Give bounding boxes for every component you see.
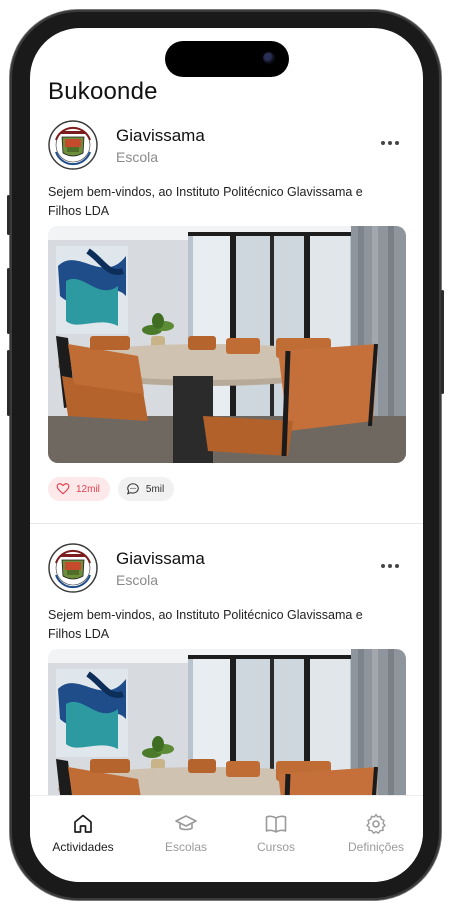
volume-down-button [7, 350, 10, 416]
comment-button[interactable]: 5mil [117, 477, 175, 501]
like-button[interactable]: 12mil [48, 477, 110, 501]
side-button [7, 195, 10, 235]
like-count: 12mil [76, 483, 100, 495]
tab-actividades[interactable]: Actividades [43, 812, 123, 854]
tab-escolas[interactable]: Escolas [146, 812, 226, 854]
book-icon [265, 815, 287, 833]
post-author[interactable]: Giavissama [116, 126, 205, 146]
phone-frame: Bukoonde Giavissama Escola Sejem bem-vin… [7, 10, 444, 900]
comment-count: 5mil [145, 483, 165, 495]
power-button [441, 290, 444, 394]
school-logo-avatar[interactable] [48, 543, 98, 593]
school-logo-avatar[interactable] [48, 120, 98, 170]
tab-label: Escolas [164, 840, 208, 854]
home-icon [74, 814, 92, 833]
tab-label: Actividades [52, 840, 114, 854]
bottom-tab-bar: Actividades Escolas Cursos Definições [30, 795, 423, 882]
volume-up-button [7, 268, 10, 334]
screen: Bukoonde Giavissama Escola Sejem bem-vin… [30, 28, 423, 882]
dynamic-island [165, 41, 289, 77]
post-caption: Sejem bem-vindos, ao Instituto Politécni… [48, 608, 363, 641]
post-image[interactable] [48, 649, 406, 795]
comment-icon [126, 483, 139, 495]
tab-definicoes[interactable]: Definições [336, 812, 416, 854]
feed[interactable]: Bukoonde Giavissama Escola Sejem bem-vin… [30, 28, 423, 795]
heart-icon [56, 483, 70, 495]
post-author-type: Escola [116, 572, 159, 588]
page-title: Bukoonde [48, 78, 158, 105]
post-caption: Sejem bem-vindos, ao Instituto Politécni… [48, 185, 363, 218]
tab-label: Cursos [256, 840, 295, 854]
post-actions: 12mil 5mil [48, 477, 175, 501]
tab-cursos[interactable]: Cursos [236, 812, 316, 854]
post-author-type: Escola [116, 149, 159, 165]
post-author[interactable]: Giavissama [116, 549, 205, 569]
tab-label: Definições [347, 840, 405, 854]
more-options-icon[interactable] [378, 134, 402, 152]
post-divider [30, 523, 423, 524]
graduation-cap-icon [175, 815, 197, 831]
camera-icon [263, 52, 275, 64]
more-options-icon[interactable] [378, 557, 402, 575]
gear-icon [366, 813, 386, 834]
post-image[interactable] [48, 226, 406, 463]
